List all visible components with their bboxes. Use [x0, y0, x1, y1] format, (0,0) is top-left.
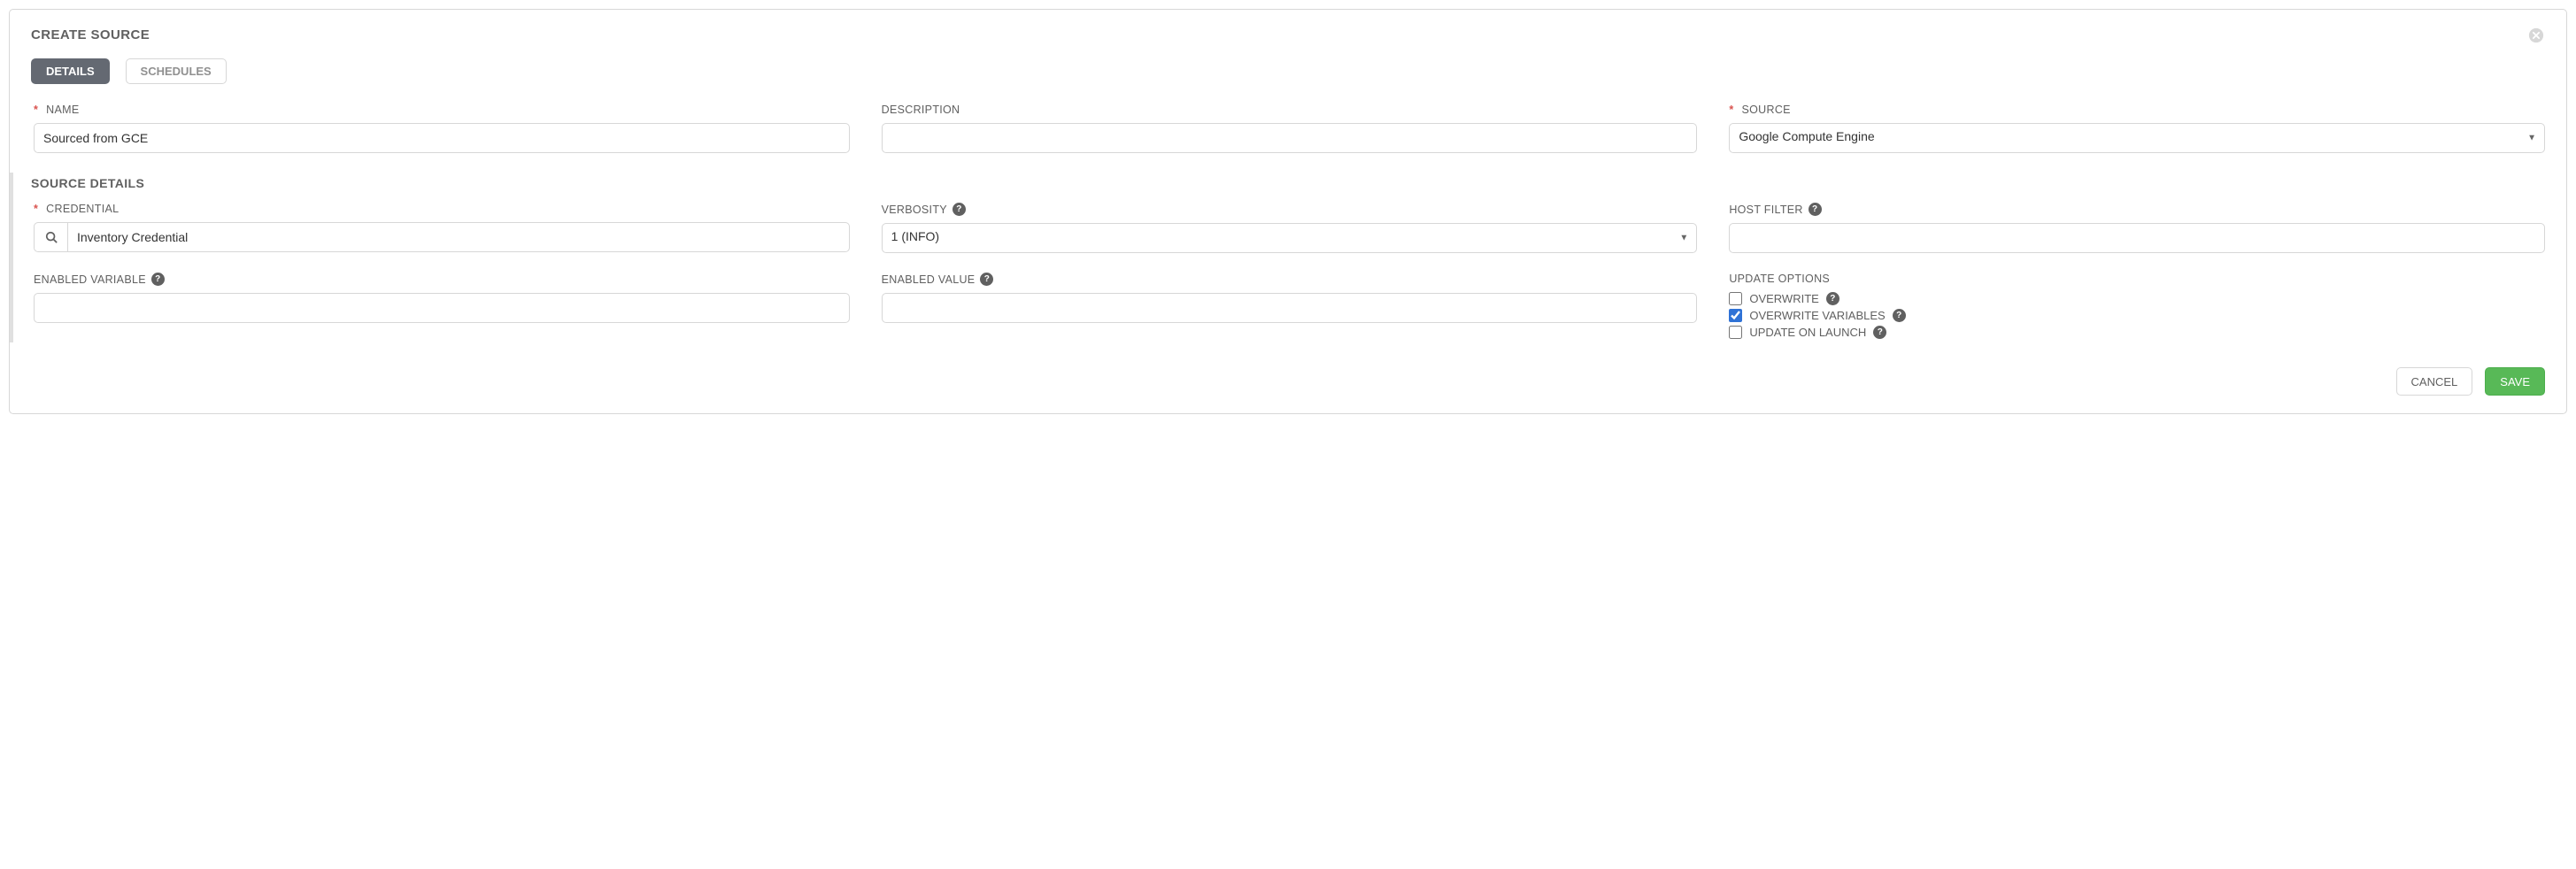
help-icon[interactable]: ? [1826, 292, 1839, 305]
overwrite-variables-row: OVERWRITE VARIABLES ? [1729, 309, 2545, 322]
field-update-options: UPDATE OPTIONS OVERWRITE ? OVERWRITE VAR… [1729, 273, 2545, 342]
source-label: SOURCE [1742, 104, 1791, 116]
overwrite-row: OVERWRITE ? [1729, 292, 2545, 305]
overwrite-variables-label: OVERWRITE VARIABLES [1749, 309, 1885, 322]
help-icon[interactable]: ? [953, 203, 966, 216]
field-host-filter: HOST FILTER ? [1729, 203, 2545, 253]
tab-schedules[interactable]: SCHEDULES [126, 58, 227, 84]
overwrite-label: OVERWRITE [1749, 292, 1819, 305]
create-source-panel: CREATE SOURCE DETAILS SCHEDULES *NAME DE… [9, 9, 2567, 414]
enabled-variable-label: ENABLED VARIABLE [34, 273, 146, 286]
enabled-value-label: ENABLED VALUE [882, 273, 976, 286]
field-name: *NAME [34, 104, 850, 153]
overwrite-variables-checkbox[interactable] [1729, 309, 1742, 322]
field-source: *SOURCE Google Compute Engine ▼ [1729, 104, 2545, 153]
description-label: DESCRIPTION [882, 104, 960, 116]
field-credential: *CREDENTIAL [34, 203, 850, 253]
name-label: NAME [46, 104, 79, 116]
overwrite-checkbox[interactable] [1729, 292, 1742, 305]
help-icon[interactable]: ? [1809, 203, 1822, 216]
tab-details[interactable]: DETAILS [31, 58, 110, 84]
search-icon [45, 231, 58, 243]
field-enabled-variable: ENABLED VARIABLE ? [34, 273, 850, 342]
tab-bar: DETAILS SCHEDULES [31, 58, 2545, 84]
field-verbosity: VERBOSITY ? 1 (INFO) ▼ [882, 203, 1698, 253]
footer-actions: CANCEL SAVE [31, 367, 2545, 396]
source-details-row1: *CREDENTIAL VERBOSITY ? 1 (INFO) ▼ [31, 203, 2545, 253]
source-details-section: SOURCE DETAILS *CREDENTIAL VERBOSITY ? 1… [10, 173, 2545, 342]
panel-title: CREATE SOURCE [31, 27, 150, 42]
help-icon[interactable]: ? [1873, 326, 1886, 339]
enabled-value-input[interactable] [882, 293, 1698, 323]
verbosity-select[interactable]: 1 (INFO) [882, 223, 1698, 253]
close-icon[interactable] [2527, 27, 2545, 45]
credential-search-button[interactable] [34, 222, 67, 252]
credential-input[interactable] [67, 222, 850, 252]
host-filter-input[interactable] [1729, 223, 2545, 253]
field-enabled-value: ENABLED VALUE ? [882, 273, 1698, 342]
update-on-launch-label: UPDATE ON LAUNCH [1749, 326, 1866, 339]
source-details-row2: ENABLED VARIABLE ? ENABLED VALUE ? UPDAT… [31, 273, 2545, 342]
description-input[interactable] [882, 123, 1698, 153]
name-input[interactable] [34, 123, 850, 153]
field-description: DESCRIPTION [882, 104, 1698, 153]
source-details-title: SOURCE DETAILS [31, 176, 2545, 190]
update-on-launch-row: UPDATE ON LAUNCH ? [1729, 326, 2545, 339]
save-button[interactable]: SAVE [2485, 367, 2545, 396]
update-options-label: UPDATE OPTIONS [1729, 273, 1830, 285]
cancel-button[interactable]: CANCEL [2396, 367, 2473, 396]
verbosity-label: VERBOSITY [882, 204, 947, 216]
host-filter-label: HOST FILTER [1729, 204, 1802, 216]
help-icon[interactable]: ? [1893, 309, 1906, 322]
credential-label: CREDENTIAL [46, 203, 119, 215]
update-on-launch-checkbox[interactable] [1729, 326, 1742, 339]
enabled-variable-input[interactable] [34, 293, 850, 323]
main-form-row1: *NAME DESCRIPTION *SOURCE Google Compute… [31, 104, 2545, 153]
source-select[interactable]: Google Compute Engine [1729, 123, 2545, 153]
help-icon[interactable]: ? [151, 273, 165, 286]
help-icon[interactable]: ? [980, 273, 993, 286]
